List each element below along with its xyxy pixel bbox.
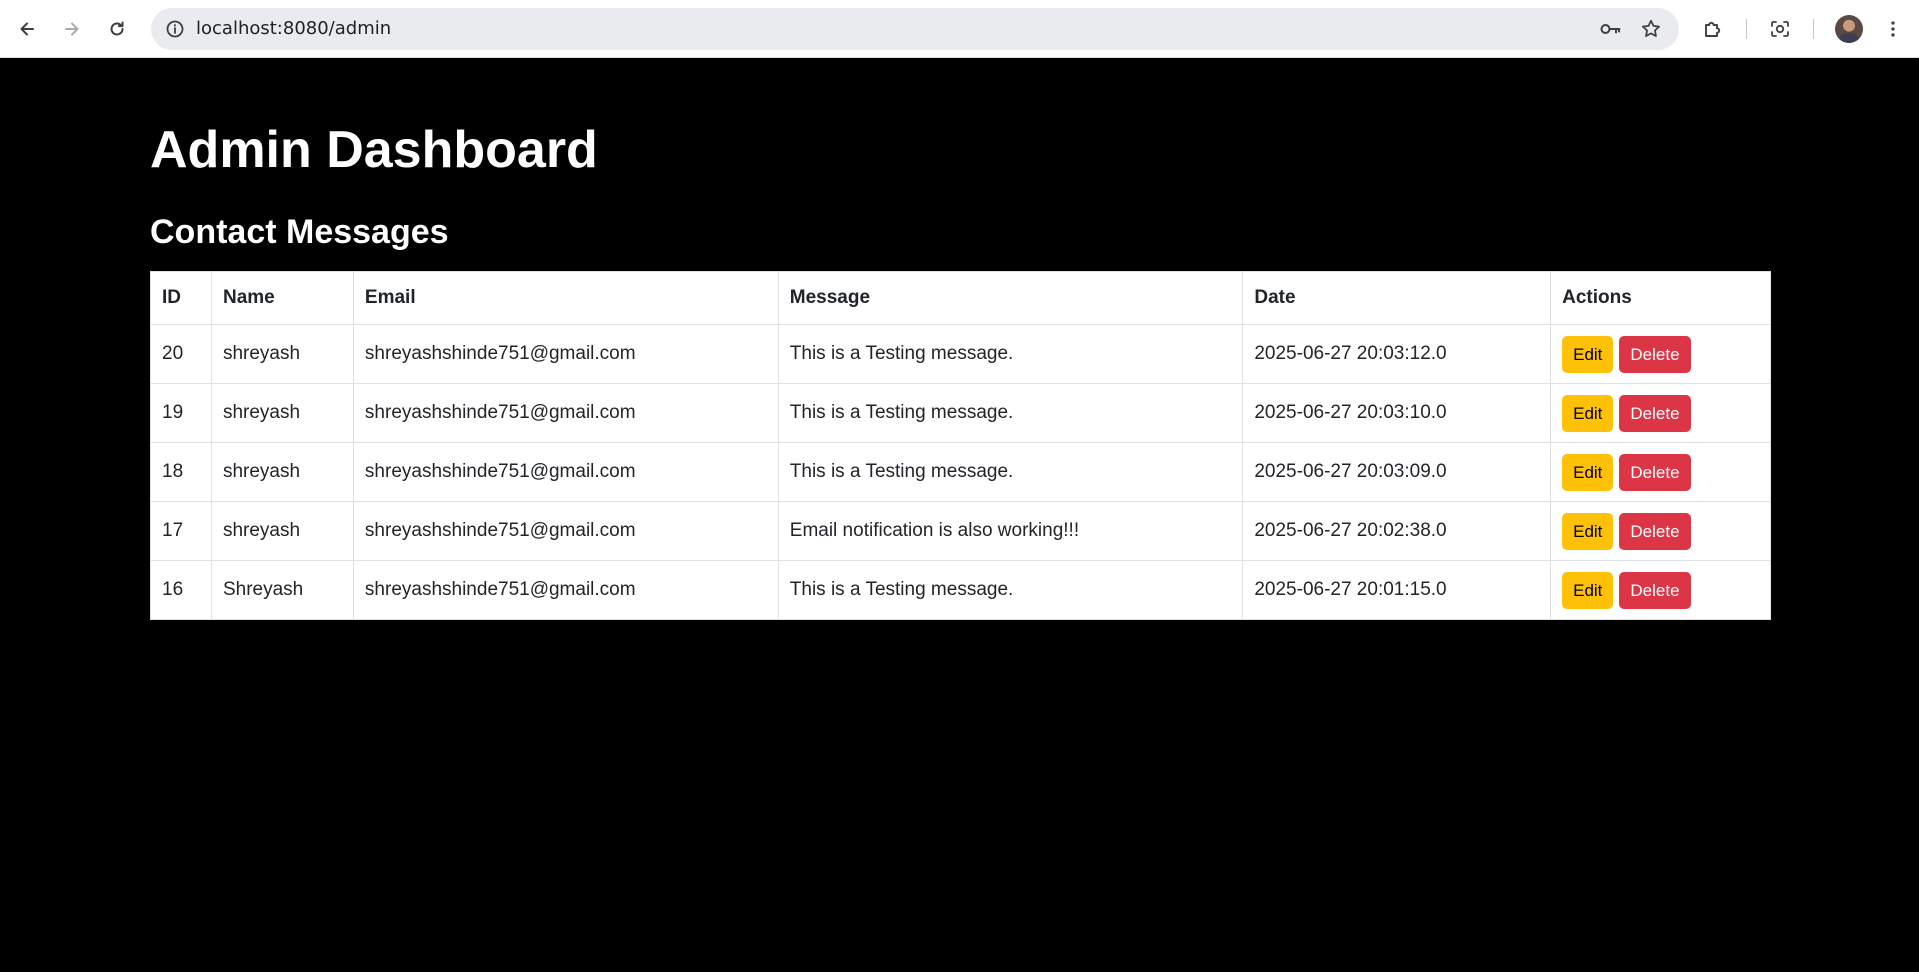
password-manager-button[interactable]: [1597, 16, 1623, 42]
delete-button[interactable]: Delete: [1619, 571, 1691, 609]
edit-button[interactable]: Edit: [1562, 453, 1614, 491]
section-title: Contact Messages: [150, 213, 449, 251]
browser-toolbar: localhost:8080/admin: [0, 0, 1919, 58]
table-row: 16 Shreyash shreyashshinde751@gmail.com …: [150, 560, 1771, 620]
cell-actions: Edit Delete: [1550, 324, 1771, 384]
bookmark-button[interactable]: [1638, 16, 1664, 42]
cell-message: This is a Testing message.: [777, 324, 1244, 384]
cell-name: shreyash: [210, 383, 354, 443]
cell-email: shreyashshinde751@gmail.com: [352, 501, 779, 561]
cell-actions: Edit Delete: [1550, 442, 1771, 502]
cell-date: 2025-06-27 20:02:38.0: [1242, 501, 1552, 561]
table-row: 17 shreyash shreyashshinde751@gmail.com …: [150, 501, 1771, 561]
column-header-name: Name: [210, 271, 354, 325]
edit-button[interactable]: Edit: [1562, 512, 1614, 550]
arrow-left-icon: [20, 22, 34, 36]
column-header-actions: Actions: [1550, 271, 1771, 325]
cell-date: 2025-06-27 20:03:10.0: [1242, 383, 1552, 443]
cell-message: Email notification is also working!!!: [777, 501, 1244, 561]
url-text[interactable]: localhost:8080/admin: [196, 8, 391, 50]
delete-button[interactable]: Delete: [1619, 512, 1691, 550]
cell-message: This is a Testing message.: [777, 560, 1244, 620]
profile-avatar[interactable]: [1835, 15, 1863, 43]
site-info-button[interactable]: [161, 15, 189, 43]
cell-email: shreyashshinde751@gmail.com: [352, 383, 779, 443]
cell-email: shreyashshinde751@gmail.com: [352, 560, 779, 620]
camera-search-icon: [1771, 21, 1789, 37]
cell-message: This is a Testing message.: [777, 442, 1244, 502]
cell-date: 2025-06-27 20:03:12.0: [1242, 324, 1552, 384]
column-header-email: Email: [352, 271, 779, 325]
column-header-date: Date: [1242, 271, 1552, 325]
cell-name: shreyash: [210, 501, 354, 561]
edit-button[interactable]: Edit: [1562, 571, 1614, 609]
cell-name: shreyash: [210, 442, 354, 502]
star-icon: [1642, 19, 1660, 37]
reload-icon: [110, 21, 124, 36]
toolbar-divider: [1813, 19, 1814, 39]
edit-button[interactable]: Edit: [1562, 394, 1614, 432]
address-bar[interactable]: localhost:8080/admin: [151, 8, 1679, 50]
info-icon: [166, 20, 184, 38]
page-title: Admin Dashboard: [150, 121, 598, 179]
contact-messages-table: ID Name Email Message Date Actions 20 sh…: [150, 271, 1771, 620]
forward-button[interactable]: [54, 11, 90, 47]
cell-date: 2025-06-27 20:01:15.0: [1242, 560, 1552, 620]
cell-id: 20: [150, 324, 212, 384]
delete-button[interactable]: Delete: [1619, 394, 1691, 432]
reload-button[interactable]: [99, 11, 135, 47]
screenshot-search-button[interactable]: [1764, 13, 1796, 45]
cell-actions: Edit Delete: [1550, 383, 1771, 443]
cell-actions: Edit Delete: [1550, 501, 1771, 561]
toolbar-divider: [1746, 19, 1747, 39]
table-row: 18 shreyash shreyashshinde751@gmail.com …: [150, 442, 1771, 502]
cell-actions: Edit Delete: [1550, 560, 1771, 620]
arrow-right-icon: [65, 22, 79, 36]
column-header-message: Message: [777, 271, 1244, 325]
kebab-menu-icon: [1891, 21, 1895, 37]
key-icon: [1600, 24, 1621, 34]
puzzle-icon: [1705, 21, 1721, 37]
delete-button[interactable]: Delete: [1619, 453, 1691, 491]
delete-button[interactable]: Delete: [1619, 335, 1691, 373]
cell-id: 19: [150, 383, 212, 443]
back-button[interactable]: [9, 11, 45, 47]
cell-email: shreyashshinde751@gmail.com: [352, 324, 779, 384]
browser-menu-button[interactable]: [1877, 13, 1909, 45]
cell-name: shreyash: [210, 324, 354, 384]
cell-id: 16: [150, 560, 212, 620]
edit-button[interactable]: Edit: [1562, 335, 1614, 373]
cell-message: This is a Testing message.: [777, 383, 1244, 443]
cell-id: 17: [150, 501, 212, 561]
cell-id: 18: [150, 442, 212, 502]
extensions-button[interactable]: [1697, 13, 1729, 45]
table-row: 19 shreyash shreyashshinde751@gmail.com …: [150, 383, 1771, 443]
column-header-id: ID: [150, 271, 212, 325]
cell-date: 2025-06-27 20:03:09.0: [1242, 442, 1552, 502]
table-row: 20 shreyash shreyashshinde751@gmail.com …: [150, 324, 1771, 384]
table-header-row: ID Name Email Message Date Actions: [150, 271, 1771, 325]
cell-name: Shreyash: [210, 560, 354, 620]
cell-email: shreyashshinde751@gmail.com: [352, 442, 779, 502]
